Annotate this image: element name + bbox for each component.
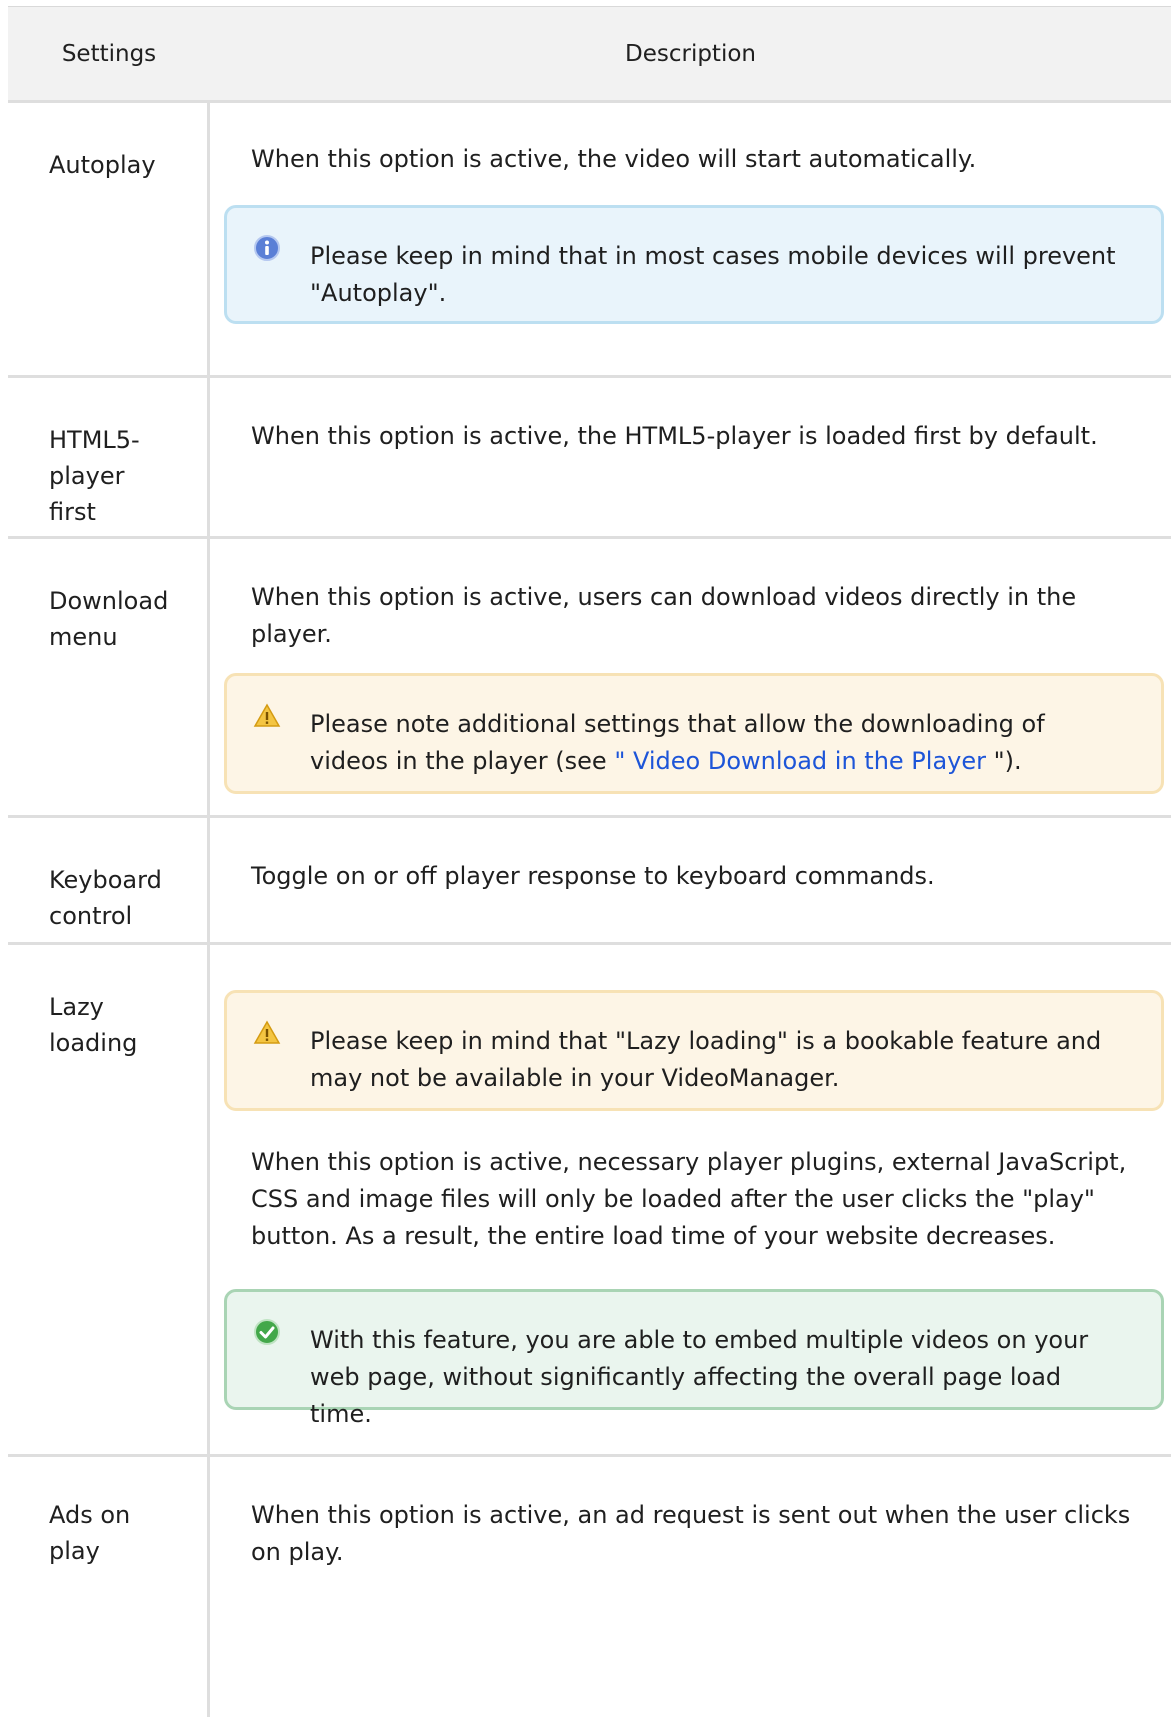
setting-description: When this option is active, necessary pl… bbox=[251, 1148, 1127, 1250]
setting-label-line: play bbox=[49, 1537, 100, 1565]
setting-label-line: control bbox=[49, 902, 133, 930]
success-panel: With this feature, you are able to embed… bbox=[224, 1289, 1164, 1428]
setting-name: Keyboard control bbox=[8, 818, 210, 942]
setting-label-line: loading bbox=[49, 1029, 138, 1057]
setting-name: Autoplay bbox=[8, 103, 210, 375]
setting-name: Ads on play bbox=[8, 1457, 210, 1717]
warning-icon bbox=[253, 703, 281, 727]
setting-label-line: Ads on bbox=[49, 1501, 131, 1529]
table-row-html5: HTML5- player first When this option is … bbox=[8, 378, 1171, 539]
table-row-ads-on-play: Ads on play When this option is active, … bbox=[8, 1457, 1171, 1717]
success-note-text: With this feature, you are able to embed… bbox=[310, 1326, 1089, 1428]
setting-label-line: Keyboard bbox=[49, 866, 162, 894]
info-icon bbox=[254, 235, 280, 261]
setting-label-line: Lazy bbox=[49, 993, 104, 1021]
video-download-link[interactable]: " Video Download in the Player bbox=[614, 747, 986, 775]
setting-description: When this option is active, the video wi… bbox=[251, 145, 977, 173]
table-header: Settings Description bbox=[8, 7, 1171, 103]
setting-label-line: HTML5- bbox=[49, 426, 140, 454]
warning-icon bbox=[253, 1020, 281, 1044]
description-column-header: Description bbox=[625, 40, 756, 67]
setting-label-line: player bbox=[49, 462, 125, 490]
settings-column-header: Settings bbox=[61, 40, 157, 67]
setting-name: HTML5- player first bbox=[8, 378, 210, 536]
setting-label-line: menu bbox=[49, 623, 118, 651]
table-row-download: Download menu When this option is active… bbox=[8, 539, 1171, 818]
table-row-keyboard: Keyboard control Toggle on or off player… bbox=[8, 818, 1171, 945]
check-icon bbox=[254, 1319, 280, 1345]
info-note-text: Please keep in mind that in most cases m… bbox=[310, 242, 1116, 307]
setting-label-line: first bbox=[49, 498, 96, 526]
setting-description: When this option is active, an ad reques… bbox=[251, 1501, 1131, 1566]
setting-description: When this option is active, users can do… bbox=[251, 583, 1077, 648]
table-row-autoplay: Autoplay When this option is active, the… bbox=[8, 103, 1171, 378]
setting-description: Toggle on or off player response to keyb… bbox=[251, 862, 935, 890]
table-row-lazy-loading: Lazy loading Please keep in mind that "L… bbox=[8, 945, 1171, 1457]
warning-note-text: Please note additional settings that all… bbox=[310, 710, 1045, 775]
setting-label-line: Download bbox=[49, 587, 169, 615]
setting-name: Lazy loading bbox=[8, 945, 210, 1454]
warning-note-text: Please keep in mind that "Lazy loading" … bbox=[310, 1027, 1102, 1092]
settings-table: Settings Description Autoplay When this … bbox=[8, 6, 1171, 1717]
setting-name: Download menu bbox=[8, 539, 210, 815]
warning-panel: Please keep in mind that "Lazy loading" … bbox=[224, 990, 1164, 1111]
setting-description: When this option is active, the HTML5-pl… bbox=[251, 422, 1098, 450]
info-panel: Please keep in mind that in most cases m… bbox=[224, 205, 1164, 324]
setting-label: Autoplay bbox=[49, 151, 156, 179]
warning-panel: Please note additional settings that all… bbox=[224, 673, 1164, 794]
